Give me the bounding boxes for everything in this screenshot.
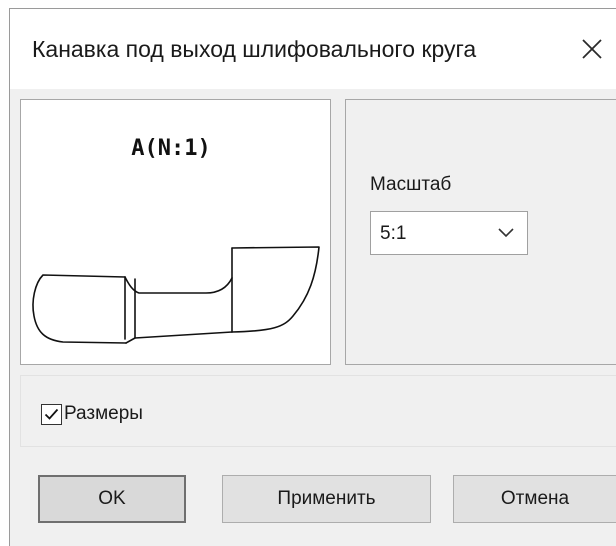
dialog-window: Канавка под выход шлифовального круга A(… [0,0,616,546]
close-button[interactable] [568,25,616,73]
groove-profile-outline [32,246,320,344]
checkmark-icon [44,408,59,420]
checkbox-box[interactable] [41,403,62,425]
view-label: A(N:1) [131,136,210,161]
close-icon [582,39,602,59]
dimensions-label: Размеры [64,403,143,424]
scale-settings-panel: Масштаб 5:1 [345,99,616,365]
options-group: Размеры [20,375,616,447]
scale-selected-value: 5:1 [380,223,407,244]
groove-drawing: A(N:1) [32,136,320,344]
scale-label: Масштаб [370,174,452,195]
groove-preview: A(N:1) [20,99,331,365]
apply-button[interactable]: Применить [222,475,431,523]
dimensions-checkbox[interactable]: Размеры [41,402,143,426]
title-bar: Канавка под выход шлифовального круга [10,9,616,89]
ok-button[interactable]: OK [38,475,186,523]
cancel-button[interactable]: Отмена [453,475,616,523]
scale-dropdown[interactable]: 5:1 [370,211,528,255]
chevron-down-icon [498,228,514,238]
dialog-title: Канавка под выход шлифовального круга [32,36,477,62]
